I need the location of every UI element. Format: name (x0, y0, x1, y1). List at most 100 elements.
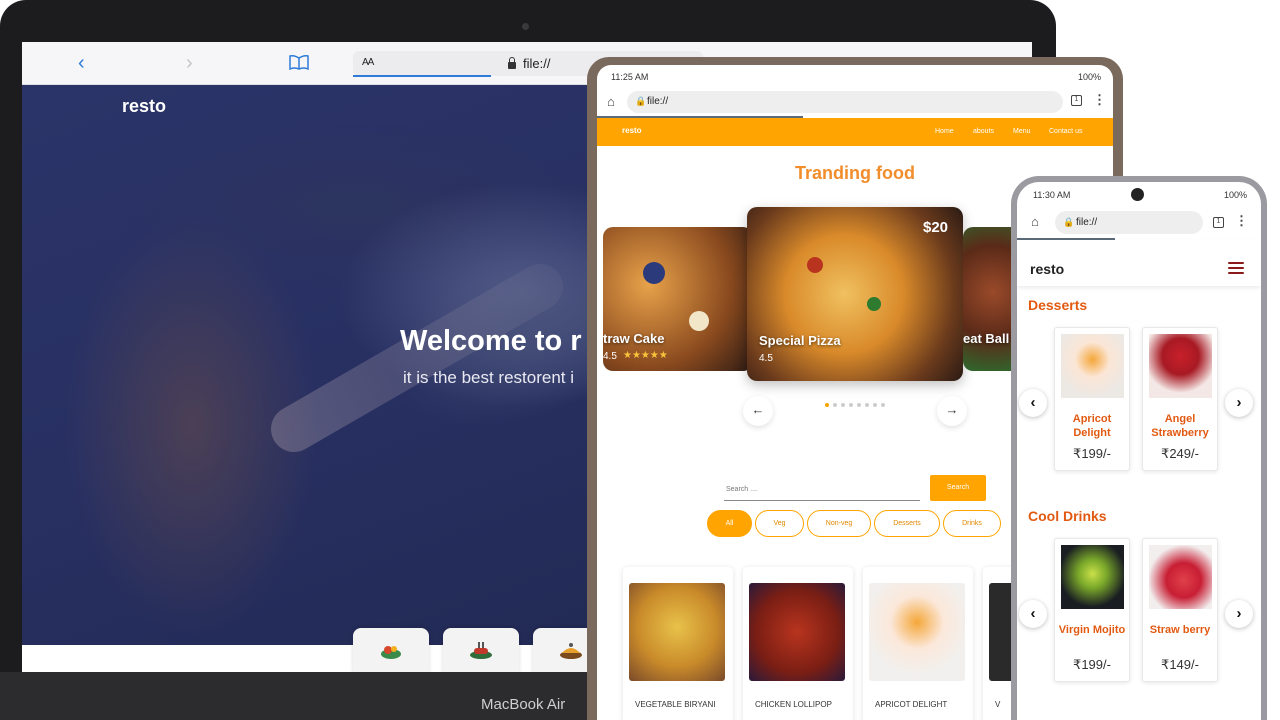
nav-link-abouts[interactable]: abouts (973, 128, 994, 135)
navbar: resto Home abouts Menu Contact us (597, 118, 1113, 146)
menu-item-name: Apricot Delight (1072, 413, 1112, 439)
phone-screen: 11:30 AM 100% ⌂ 🔒 file:// 1 ⋮ resto Dess… (1017, 182, 1261, 720)
hero-subtitle: it is the best restorent i (403, 368, 575, 387)
camera (1131, 188, 1144, 201)
lock-icon: 🔒 (1063, 217, 1075, 227)
search-input[interactable]: Search .... (724, 481, 920, 501)
hamburger-menu-icon[interactable] (1228, 262, 1244, 274)
pagination-dot[interactable] (865, 403, 869, 407)
menu-item-card[interactable]: Straw berry ₹149/- (1142, 538, 1218, 682)
menu-item-name: VEGETABLE BIRYANI (635, 700, 716, 709)
chevron-left-icon[interactable]: ‹ (1019, 600, 1047, 628)
card-price: $20 (923, 219, 949, 236)
menu-item-name: APRICOT DELIGHT (875, 700, 948, 709)
tabs-icon[interactable]: 1 (1213, 217, 1224, 228)
forward-icon[interactable]: › (186, 52, 193, 74)
pagination-dot[interactable] (849, 403, 853, 407)
card-rating: 4.5 (603, 351, 617, 362)
url-text: file:// (523, 56, 551, 71)
chevron-left-icon[interactable]: ‹ (1019, 389, 1047, 417)
carousel-prev-button[interactable]: ← (743, 396, 773, 426)
address-bar[interactable]: 🔒 file:// (627, 91, 1063, 113)
book-icon[interactable] (289, 55, 309, 71)
kebab-menu-icon[interactable]: ⋮ (1235, 213, 1248, 229)
card-title: traw Cake (603, 331, 665, 346)
home-icon[interactable]: ⌂ (607, 94, 615, 109)
camera (522, 23, 529, 30)
food-image (807, 257, 823, 273)
menu-item-card[interactable]: VEGETABLE BIRYANI (623, 567, 733, 720)
battery-level: 100% (1223, 190, 1247, 200)
food-image (1061, 545, 1124, 609)
nav-link-home[interactable]: Home (935, 128, 954, 135)
food-image (1149, 334, 1212, 398)
food-image (1149, 545, 1212, 609)
search-button[interactable]: Search (930, 475, 986, 501)
filter-non-veg[interactable]: Non-veg (807, 510, 871, 537)
category-card[interactable] (353, 628, 429, 672)
pagination-dot[interactable] (857, 403, 861, 407)
pagination-dot[interactable] (881, 403, 885, 407)
nav-link-contact[interactable]: Contact us (1049, 128, 1082, 135)
status-time: 11:25 AM (611, 72, 649, 82)
food-image (643, 262, 665, 284)
food-icon (379, 642, 403, 660)
menu-item-card[interactable]: Virgin Mojito ₹199/- (1054, 538, 1130, 682)
battery-level: 100% (1077, 72, 1101, 82)
menu-item-price: ₹149/- (1161, 657, 1199, 672)
carousel-next-button[interactable]: → (937, 396, 967, 426)
brand-logo[interactable]: resto (1030, 261, 1064, 277)
food-image (867, 297, 881, 311)
food-image (749, 583, 845, 681)
status-time: 11:30 AM (1033, 190, 1071, 200)
brand-logo[interactable]: resto (122, 96, 166, 117)
filter-drinks[interactable]: Drinks (943, 510, 1001, 537)
back-icon[interactable]: ‹ (78, 52, 85, 74)
load-progress (353, 75, 491, 77)
menu-item-card[interactable]: Apricot Delight ₹199/- (1054, 327, 1130, 471)
menu-item-card[interactable]: CHICKEN LOLLIPOP (743, 567, 853, 720)
chevron-right-icon[interactable]: › (1225, 389, 1253, 417)
reader-text-size[interactable]: AA (362, 57, 374, 68)
menu-item-card[interactable]: APRICOT DELIGHT (863, 567, 973, 720)
carousel-card[interactable]: traw Cake 4.5 ★★★★★ (603, 227, 753, 371)
brand-logo[interactable]: resto (622, 126, 642, 135)
food-image (869, 583, 965, 681)
menu-item-name: Straw berry (1149, 624, 1211, 636)
food-icon (469, 642, 493, 660)
lock-icon: 🔒 (635, 96, 647, 106)
food-icon (559, 642, 583, 660)
menu-item-name: Angel Strawberry (1151, 413, 1209, 439)
menu-item-name: CHICKEN LOLLIPOP (755, 700, 832, 709)
menu-item-name: V (995, 700, 1001, 709)
menu-item-price: ₹249/- (1161, 446, 1199, 461)
menu-item-name: Virgin Mojito (1058, 624, 1126, 636)
status-bar: 11:25 AM 100% (597, 65, 1113, 87)
card-title: Special Pizza (759, 333, 841, 348)
kebab-menu-icon[interactable]: ⋮ (1093, 92, 1106, 108)
pagination-dot[interactable] (833, 403, 837, 407)
lock-icon (508, 57, 516, 69)
carousel-card-active[interactable]: $20 Special Pizza 4.5 (747, 207, 963, 381)
pagination-dot[interactable] (841, 403, 845, 407)
pagination-dot[interactable] (873, 403, 877, 407)
category-card[interactable] (443, 628, 519, 672)
device-label: MacBook Air (481, 696, 566, 713)
carousel-pagination (825, 403, 889, 407)
menu-item-card[interactable]: Angel Strawberry ₹249/- (1142, 327, 1218, 471)
navbar: resto (1017, 240, 1261, 286)
menu-item-price: ₹199/- (1073, 657, 1111, 672)
food-image (629, 583, 725, 681)
home-icon[interactable]: ⌂ (1031, 214, 1039, 229)
nav-link-menu[interactable]: Menu (1013, 128, 1031, 135)
filter-all[interactable]: All (707, 510, 752, 537)
pagination-dot[interactable] (825, 403, 829, 407)
filter-desserts[interactable]: Desserts (874, 510, 940, 537)
filter-veg[interactable]: Veg (755, 510, 804, 537)
address-bar[interactable]: 🔒 file:// (1055, 211, 1203, 234)
card-rating: 4.5 (759, 353, 773, 364)
section-title-desserts: Desserts (1028, 297, 1088, 313)
url-text: file:// (1076, 217, 1098, 228)
chevron-right-icon[interactable]: › (1225, 600, 1253, 628)
tabs-icon[interactable]: 1 (1071, 95, 1082, 106)
